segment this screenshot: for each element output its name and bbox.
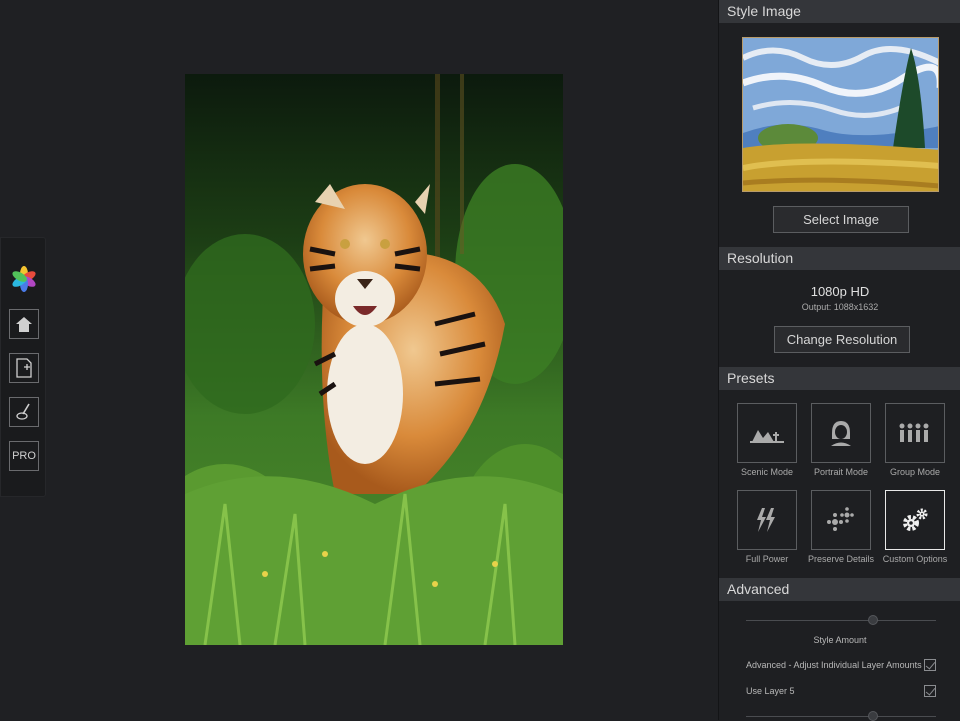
layer-amount-slider-track[interactable]	[746, 716, 936, 717]
resolution-value: 1080p HD	[810, 284, 870, 299]
pro-button[interactable]: PRO	[9, 441, 39, 471]
preset-scenic-mode[interactable]	[737, 403, 797, 463]
flower-logo-icon[interactable]	[9, 264, 39, 294]
resolution-header: Resolution	[719, 247, 960, 270]
preset-label-full-power: Full Power	[745, 554, 789, 564]
pro-label: PRO	[12, 450, 36, 462]
style-image-thumbnail[interactable]	[742, 37, 939, 192]
preset-label-group: Group Mode	[889, 467, 941, 477]
adjust-layers-label: Advanced - Adjust Individual Layer Amoun…	[746, 660, 922, 670]
select-image-button[interactable]: Select Image	[773, 206, 909, 233]
new-file-button[interactable]	[9, 353, 39, 383]
portrait-icon	[831, 421, 851, 446]
home-icon	[16, 317, 32, 332]
style-amount-label: Style Amount	[813, 635, 867, 645]
brush-icon	[16, 403, 30, 420]
home-button[interactable]	[9, 309, 39, 339]
preset-portrait-mode[interactable]	[811, 403, 871, 463]
left-toolbar: PRO	[0, 237, 46, 497]
style-image-header: Style Image	[719, 0, 960, 23]
presets-header: Presets	[719, 367, 960, 390]
content-image	[185, 74, 563, 645]
new-file-icon	[16, 358, 32, 378]
canvas-area: PRO	[0, 0, 718, 720]
resolution-output: Output: 1088x1632	[801, 302, 879, 312]
gears-icon	[903, 508, 928, 531]
lightning-icon	[757, 508, 775, 532]
preset-label-preserve: Preserve Details	[807, 554, 875, 564]
use-layer-label: Use Layer 5	[746, 686, 795, 696]
group-icon	[899, 423, 929, 442]
adjust-layers-checkbox[interactable]	[924, 659, 936, 671]
landscape-icon	[750, 430, 784, 443]
preset-label-portrait: Portrait Mode	[813, 467, 869, 477]
use-layer-checkbox[interactable]	[924, 685, 936, 697]
preset-label-scenic: Scenic Mode	[740, 467, 794, 477]
style-amount-slider-track[interactable]	[746, 620, 936, 621]
brush-button[interactable]	[9, 397, 39, 427]
preset-preserve-details[interactable]	[811, 490, 871, 550]
advanced-header: Advanced	[719, 578, 960, 601]
preset-group-mode[interactable]	[885, 403, 945, 463]
preset-label-custom: Custom Options	[882, 554, 948, 564]
preset-full-power[interactable]	[737, 490, 797, 550]
change-resolution-button[interactable]: Change Resolution	[774, 326, 910, 353]
preset-custom-options[interactable]	[885, 490, 945, 550]
settings-panel: Style Image Select Image Resolution 1080…	[718, 0, 960, 721]
style-amount-slider-knob[interactable]	[868, 615, 878, 625]
details-icon	[827, 507, 854, 531]
